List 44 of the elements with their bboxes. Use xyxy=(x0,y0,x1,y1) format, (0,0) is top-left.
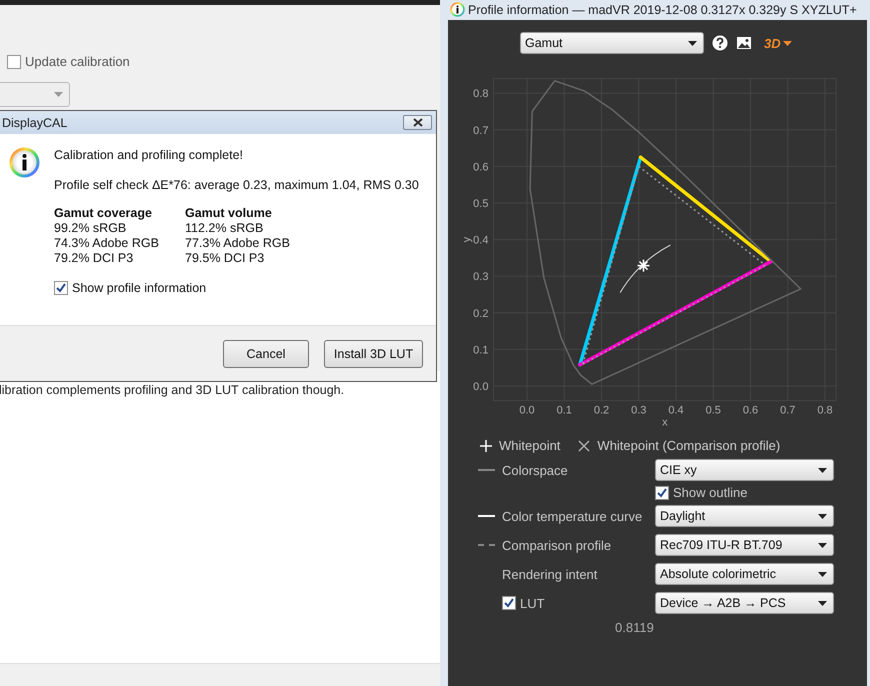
x-tick-label: 0.5 xyxy=(706,404,721,417)
option-label: Color temperature curve xyxy=(502,508,642,524)
option-label: Rendering intent xyxy=(502,566,598,582)
gamut-value: 74.3% Adobe RGB xyxy=(54,236,160,250)
x-tick-label: 0.2 xyxy=(594,404,610,417)
y-tick-label: 0.7 xyxy=(473,124,488,137)
legend-label: Whitepoint xyxy=(499,438,560,453)
message-heading: Calibration and profiling complete! xyxy=(54,148,244,162)
y-tick-label: 0.3 xyxy=(473,271,488,284)
y-tick-label: 0.0 xyxy=(473,381,488,393)
x-tick-label: 0.6 xyxy=(742,404,758,417)
checkbox-label: Show outline xyxy=(673,485,748,500)
window-title: DisplayCAL xyxy=(2,116,68,130)
gamut-value: 79.5% DCI P3 xyxy=(185,251,266,265)
x-tick-label: 0.7 xyxy=(780,404,796,417)
legend-label: Whitepoint (Comparison profile) xyxy=(597,438,780,453)
option-label: Comparison profile xyxy=(502,538,612,552)
column-heading: Gamut volume xyxy=(185,206,273,220)
x-tick-label: 0.0 xyxy=(519,404,535,417)
y-tick-label: 0.4 xyxy=(473,234,488,247)
y-tick-label: 0.2 xyxy=(473,308,488,320)
checkbox-label: Show profile information xyxy=(72,281,206,295)
checkbox-label: Update calibration xyxy=(25,54,130,69)
body-text: libration complements profiling and 3D LUT calibration though. xyxy=(0,383,346,397)
self-check-text: Profile self check ΔE*76: average 0.23, maximum 1.04, RMS 0.30 xyxy=(54,178,419,192)
x-tick-label: 0.8 xyxy=(817,404,833,417)
x-tick-label: 0.1 xyxy=(556,404,572,417)
column-heading: Gamut coverage xyxy=(54,206,153,220)
gamut-value: 77.3% Adobe RGB xyxy=(185,236,291,250)
y-tick-label: 0.6 xyxy=(473,161,488,174)
y-tick-label: 0.8 xyxy=(473,88,488,100)
option-label: Colorspace xyxy=(502,462,568,478)
y-tick-label: 0.5 xyxy=(473,198,488,210)
window-title: Profile information — madVR 2019-12-08 0.3127x 0.329y S XYZLUT+ xyxy=(468,2,857,16)
x-tick-label: 0.3 xyxy=(631,404,646,417)
checkbox-label: LUT xyxy=(520,596,545,610)
gamut-value: 112.2% sRGB xyxy=(185,221,264,235)
cursor-readout: 0.8119 xyxy=(615,620,654,635)
gamut-value: 79.2% DCI P3 xyxy=(54,251,134,265)
x-tick-label: 0.4 xyxy=(668,404,684,417)
x-axis-label: x xyxy=(662,416,668,429)
gamut-value: 99.2% sRGB xyxy=(54,221,128,235)
y-tick-label: 0.1 xyxy=(473,344,488,356)
y-axis-label: y xyxy=(461,236,473,242)
